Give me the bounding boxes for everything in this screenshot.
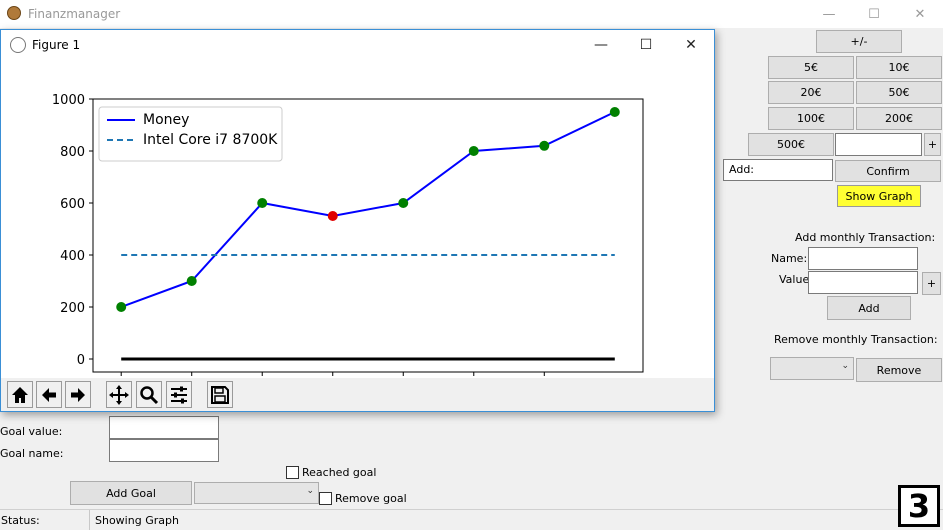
plot-toolbar bbox=[1, 378, 714, 411]
amount-5-button[interactable]: 5€ bbox=[768, 56, 854, 79]
y-tick-label: 400 bbox=[60, 249, 85, 264]
y-tick-label: 800 bbox=[60, 145, 85, 160]
data-point bbox=[609, 107, 620, 117]
figure-close-icon[interactable]: ✕ bbox=[668, 33, 714, 57]
add-monthly-title: Add monthly Transaction: bbox=[795, 231, 936, 244]
zoom-icon[interactable] bbox=[136, 381, 162, 408]
remove-monthly-select[interactable]: ⌄ bbox=[770, 357, 854, 380]
reached-goal-label: Reached goal bbox=[302, 466, 377, 479]
remove-goal-label: Remove goal bbox=[335, 492, 407, 505]
minimize-icon[interactable]: — bbox=[806, 2, 852, 26]
amount-100-button[interactable]: 100€ bbox=[768, 107, 854, 130]
monthly-name-input[interactable] bbox=[808, 247, 918, 270]
legend-label: Money bbox=[143, 112, 189, 128]
maximize-icon[interactable]: ☐ bbox=[851, 2, 897, 26]
step-badge: 3 bbox=[898, 485, 940, 527]
chevron-down-icon: ⌄ bbox=[306, 486, 314, 496]
data-point bbox=[468, 146, 479, 156]
name-label: Name: bbox=[771, 252, 808, 265]
reached-goal-checkbox[interactable] bbox=[286, 466, 299, 479]
data-point bbox=[257, 198, 268, 208]
figure-title: Figure 1 bbox=[32, 38, 81, 52]
legend-label: Intel Core i7 8700K bbox=[143, 132, 278, 148]
line-chart: 0200400600800100017/0318/0319/0320/0321/… bbox=[52, 93, 644, 396]
monthly-value-input[interactable] bbox=[808, 271, 918, 294]
configure-subplots-icon[interactable] bbox=[166, 381, 192, 408]
y-tick-label: 1000 bbox=[52, 93, 85, 108]
remove-monthly-title: Remove monthly Transaction: bbox=[774, 333, 938, 346]
amount-20-button[interactable]: 20€ bbox=[768, 81, 854, 104]
value-label: Value bbox=[779, 273, 810, 286]
add-goal-button[interactable]: Add Goal bbox=[70, 481, 192, 505]
add-field-label: Add: bbox=[729, 163, 755, 176]
home-icon[interactable] bbox=[7, 381, 33, 408]
y-tick-label: 600 bbox=[60, 197, 85, 212]
forward-arrow-icon[interactable] bbox=[65, 381, 91, 408]
close-icon[interactable]: ✕ bbox=[897, 2, 943, 26]
add-monthly-button[interactable]: Add bbox=[827, 296, 911, 320]
add-field[interactable]: Add: bbox=[723, 159, 833, 181]
y-tick-label: 200 bbox=[60, 301, 85, 316]
amount-plus-button[interactable]: + bbox=[924, 133, 941, 156]
goal-value-label: Goal value: bbox=[0, 425, 63, 438]
figure-window[interactable]: Figure 1 — ☐ ✕ 0200400600800100017/0318/… bbox=[0, 29, 715, 412]
status-label: Status: bbox=[1, 514, 40, 527]
figure-minimize-icon[interactable]: — bbox=[578, 33, 624, 57]
amount-50-button[interactable]: 50€ bbox=[856, 81, 942, 104]
app-title: Finanzmanager bbox=[28, 7, 121, 21]
figure-maximize-icon[interactable]: ☐ bbox=[623, 33, 669, 57]
status-divider bbox=[89, 510, 90, 530]
data-point bbox=[116, 302, 127, 312]
figure-title-bar[interactable]: Figure 1 — ☐ ✕ bbox=[1, 30, 714, 60]
goal-select[interactable]: ⌄ bbox=[194, 482, 319, 504]
amount-10-button[interactable]: 10€ bbox=[856, 56, 942, 79]
app-icon bbox=[7, 6, 21, 20]
plot-area[interactable]: 0200400600800100017/0318/0319/0320/0321/… bbox=[1, 60, 714, 396]
remove-goal-checkbox[interactable] bbox=[319, 492, 332, 505]
show-graph-button[interactable]: Show Graph bbox=[837, 185, 921, 207]
goal-value-input[interactable] bbox=[109, 416, 219, 439]
y-tick-label: 0 bbox=[77, 353, 85, 368]
back-arrow-icon[interactable] bbox=[36, 381, 62, 408]
amount-input[interactable] bbox=[835, 133, 922, 156]
remove-monthly-button[interactable]: Remove bbox=[856, 358, 942, 382]
goal-name-input[interactable] bbox=[109, 439, 219, 462]
pan-icon[interactable] bbox=[106, 381, 132, 408]
save-icon[interactable] bbox=[207, 381, 233, 408]
amount-200-button[interactable]: 200€ bbox=[856, 107, 942, 130]
status-text: Showing Graph bbox=[95, 514, 179, 527]
data-point bbox=[398, 198, 409, 208]
chevron-down-icon: ⌄ bbox=[841, 361, 849, 371]
data-point bbox=[327, 211, 338, 221]
confirm-button[interactable]: Confirm bbox=[835, 160, 941, 182]
data-point bbox=[539, 140, 550, 151]
main-title-bar: Finanzmanager — ☐ ✕ bbox=[0, 0, 943, 28]
figure-app-icon bbox=[10, 37, 26, 53]
data-point bbox=[186, 276, 197, 286]
plus-minus-button[interactable]: +/- bbox=[816, 30, 902, 53]
monthly-value-plus-button[interactable]: + bbox=[922, 272, 941, 295]
goal-name-label: Goal name: bbox=[0, 447, 64, 460]
status-bar: Status: Showing Graph bbox=[0, 509, 943, 530]
amount-500-button[interactable]: 500€ bbox=[748, 133, 834, 156]
